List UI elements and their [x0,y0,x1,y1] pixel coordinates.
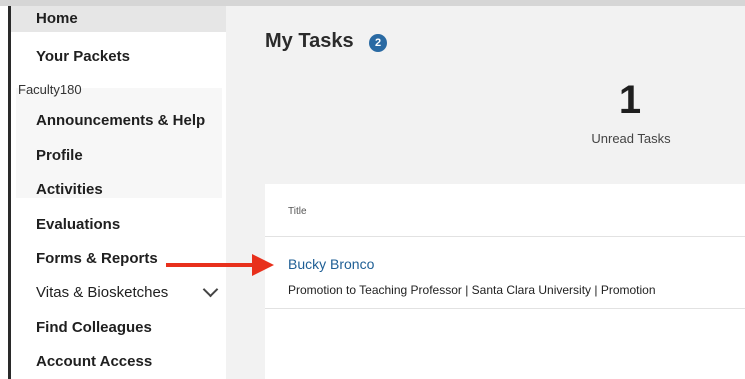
sidebar-section-faculty180: Faculty180 [18,82,82,97]
sidebar-item-home[interactable]: Home [11,6,226,32]
sidebar-item-label: Vitas & Biosketches [36,284,169,301]
tasks-table: Title Bucky Bronco Promotion to Teaching… [265,184,745,379]
table-divider [265,236,745,237]
task-description: Promotion to Teaching Professor | Santa … [288,283,656,297]
annotation-arrow-shaft [166,263,254,267]
sidebar-item-activities[interactable]: Activities [16,177,222,203]
sidebar-item-label: Profile [36,147,83,164]
unread-tasks-label: Unread Tasks [591,131,671,146]
task-count-badge: 2 [369,34,387,52]
page-title: My Tasks [265,30,354,52]
sidebar-item-label: Announcements & Help [36,112,206,129]
sidebar-item-label: Your Packets [36,48,130,65]
table-row-divider [265,308,745,309]
annotation-arrow-head-icon [252,254,274,276]
sidebar-item-vitas-biosketches[interactable]: Vitas & Biosketches [16,280,222,306]
sidebar-left-rule [8,6,11,379]
sidebar-item-profile[interactable]: Profile [16,143,222,169]
sidebar-item-label: Evaluations [36,216,121,233]
sidebar: Home Your Packets Faculty180 Announcemen… [0,6,226,379]
app-window: Home Your Packets Faculty180 Announcemen… [0,0,745,379]
sidebar-item-label: Find Colleagues [36,319,152,336]
sidebar-item-find-colleagues[interactable]: Find Colleagues [16,315,222,341]
sidebar-item-forms-reports[interactable]: Forms & Reports [16,246,222,272]
main-content: My Tasks 2 1 Unread Tasks Title Bucky Br… [226,6,745,379]
chevron-down-icon[interactable] [202,281,219,298]
column-header-title[interactable]: Title [288,206,307,217]
sidebar-item-label: Home [36,10,78,27]
task-title-link[interactable]: Bucky Bronco [288,256,374,272]
sidebar-item-evaluations[interactable]: Evaluations [16,212,222,238]
sidebar-item-label: Forms & Reports [36,250,158,267]
sidebar-item-account-access[interactable]: Account Access [16,349,222,375]
sidebar-item-label: Account Access [36,353,153,370]
sidebar-item-announcements-help[interactable]: Announcements & Help [16,108,222,134]
sidebar-item-label: Activities [36,181,103,198]
sidebar-item-your-packets[interactable]: Your Packets [16,44,222,70]
unread-tasks-count[interactable]: 1 [600,78,660,123]
